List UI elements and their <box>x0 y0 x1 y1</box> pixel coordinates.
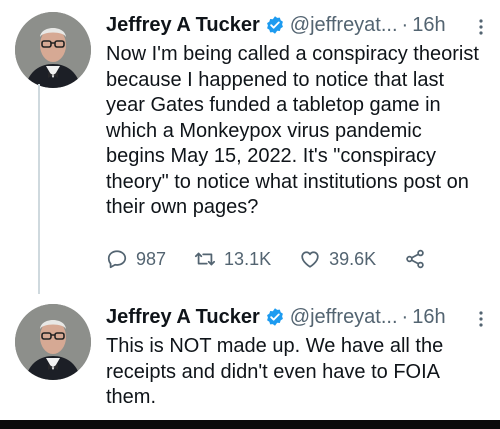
avatar[interactable] <box>15 304 91 380</box>
verified-badge-icon <box>265 307 285 327</box>
like-count: 39.6K <box>329 248 377 269</box>
tweet-content: Jeffrey A Tucker @jeffreyat... · 16h <box>106 304 486 411</box>
tweet-actions: 987 13.1K 39.6K <box>106 248 462 270</box>
tweet-text: This is NOT made up. We have all the rec… <box>106 335 444 408</box>
retweet-count: 13.1K <box>224 248 272 269</box>
heart-icon <box>301 251 319 268</box>
share-button[interactable] <box>404 248 434 270</box>
tweet-text: Now I'm being called a conspiracy theori… <box>106 43 479 218</box>
like-button[interactable]: 39.6K <box>299 248 376 270</box>
tweet-header: Jeffrey A Tucker @jeffreyat... · 16h <box>106 12 486 38</box>
avatar[interactable] <box>15 12 91 88</box>
author-name[interactable]: Jeffrey A Tucker <box>106 306 260 329</box>
tweet-1[interactable]: Jeffrey A Tucker @jeffreyat... · 16h Now… <box>0 0 500 294</box>
tweet-timestamp[interactable]: 16h <box>412 306 445 329</box>
separator-dot: · <box>401 305 409 328</box>
more-options-icon[interactable] <box>478 18 484 41</box>
reply-button[interactable]: 987 <box>106 248 166 270</box>
avatar-column <box>15 12 93 88</box>
retweet-icon <box>195 252 216 266</box>
author-name[interactable]: Jeffrey A Tucker <box>106 14 260 37</box>
tweet-thread: Jeffrey A Tucker @jeffreyat... · 16h Now… <box>0 0 500 429</box>
share-icon <box>406 249 424 269</box>
tweet-timestamp[interactable]: 16h <box>412 14 445 37</box>
tweet-2[interactable]: Jeffrey A Tucker @jeffreyat... · 16h Thi… <box>0 292 500 420</box>
reply-count: 987 <box>136 248 167 269</box>
bottom-divider <box>0 420 500 429</box>
tweet-content: Jeffrey A Tucker @jeffreyat... · 16h <box>106 12 486 221</box>
avatar-column <box>15 304 93 380</box>
more-options-icon[interactable] <box>478 310 484 333</box>
author-handle[interactable]: @jeffreyat... <box>290 14 398 37</box>
separator-dot: · <box>401 13 409 36</box>
reply-icon <box>107 250 127 269</box>
thread-line <box>38 84 40 294</box>
retweet-button[interactable]: 13.1K <box>194 248 271 270</box>
author-handle[interactable]: @jeffreyat... <box>290 306 398 329</box>
tweet-header: Jeffrey A Tucker @jeffreyat... · 16h <box>106 304 486 330</box>
verified-badge-icon <box>265 15 285 35</box>
